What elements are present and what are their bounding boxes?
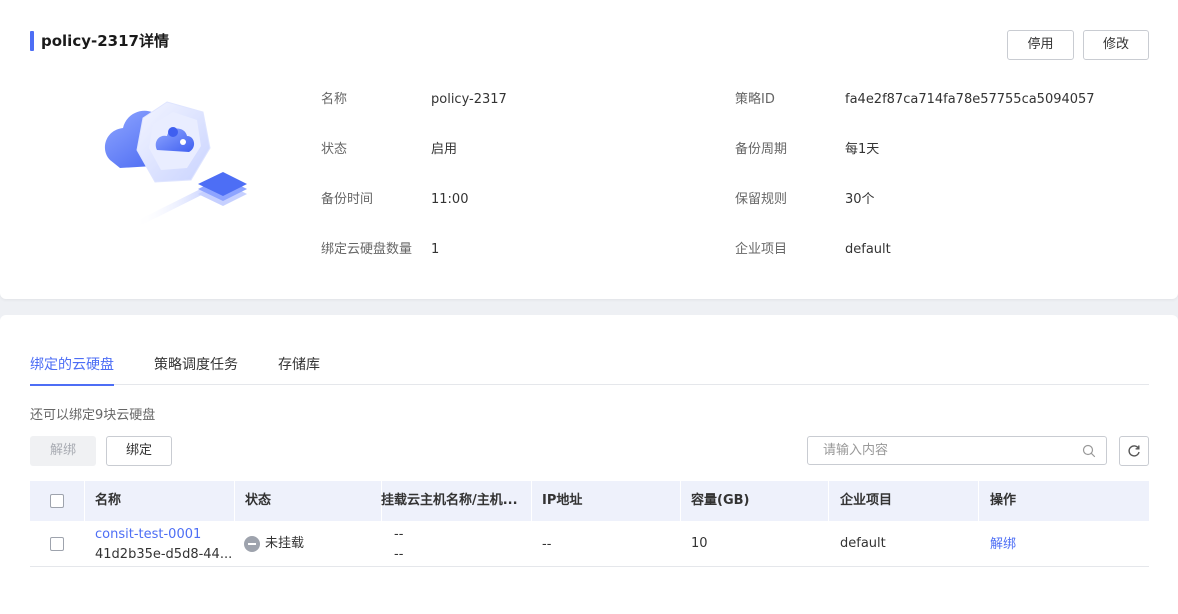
table-header: 名称 状态 挂载云主机名称/主机... IP地址 容量(GB) 企业项目 操作: [30, 481, 1149, 521]
tab-schedule-tasks[interactable]: 策略调度任务: [154, 356, 238, 385]
disk-capacity: 10: [691, 536, 708, 551]
host-name: --: [394, 527, 404, 542]
enterprise-project-value: default: [845, 242, 891, 257]
column-header-host: 挂载云主机名称/主机...: [381, 493, 518, 508]
column-header-action: 操作: [990, 493, 1017, 508]
search-box: [807, 436, 1107, 465]
policy-detail-card: policy-2317详情 停用 修改 名称 policy-2317 策略ID …: [0, 0, 1178, 299]
refresh-button[interactable]: [1119, 436, 1149, 466]
host-id: --: [394, 547, 404, 562]
bind-capacity-hint: 还可以绑定9块云硬盘: [30, 408, 156, 423]
status-value: 启用: [431, 142, 458, 157]
name-value: policy-2317: [431, 92, 507, 107]
unmounted-status-icon: [244, 536, 260, 552]
tab-bar: 绑定的云硬盘 策略调度任务 存储库: [30, 356, 1149, 386]
name-label: 名称: [321, 92, 348, 107]
row-checkbox[interactable]: [50, 537, 64, 551]
tab-vault[interactable]: 存储库: [278, 356, 320, 385]
select-all-checkbox[interactable]: [50, 494, 64, 508]
tab-bound-disks[interactable]: 绑定的云硬盘: [30, 356, 114, 386]
bound-disks-card: 绑定的云硬盘 策略调度任务 存储库 还可以绑定9块云硬盘 解绑 绑定 名称 状态…: [0, 315, 1178, 614]
policy-id-label: 策略ID: [735, 92, 775, 107]
table-row: consit-test-0001 41d2b35e-d5d8-44... 未挂载…: [30, 521, 1149, 567]
retention-rule-label: 保留规则: [735, 192, 788, 207]
bind-button[interactable]: 绑定: [106, 436, 172, 466]
search-input[interactable]: [808, 437, 1078, 464]
disk-status: 未挂载: [265, 536, 305, 551]
title-accent-bar: [30, 31, 34, 51]
column-header-ip: IP地址: [542, 493, 583, 508]
page-title: policy-2317详情: [41, 32, 169, 50]
backup-time-value: 11:00: [431, 192, 469, 207]
row-unbind-link[interactable]: 解绑: [990, 536, 1016, 554]
unbind-button[interactable]: 解绑: [30, 436, 96, 466]
retention-rule-value: 30个: [845, 192, 875, 207]
modify-button[interactable]: 修改: [1083, 30, 1149, 60]
refresh-icon: [1128, 445, 1140, 457]
policy-id-value: fa4e2f87ca714fa78e57755ca5094057: [845, 92, 1095, 107]
backup-cycle-label: 备份周期: [735, 142, 788, 157]
disk-id: 41d2b35e-d5d8-44...: [95, 547, 233, 562]
column-header-project: 企业项目: [840, 493, 893, 508]
search-icon[interactable]: [1082, 444, 1096, 458]
cloud-backup-illustration: [95, 90, 255, 230]
column-header-capacity: 容量(GB): [691, 493, 750, 508]
disk-project: default: [840, 536, 886, 551]
disk-name-link[interactable]: consit-test-0001: [95, 526, 201, 544]
disable-button[interactable]: 停用: [1007, 30, 1074, 60]
backup-cycle-value: 每1天: [845, 142, 880, 157]
column-header-name: 名称: [95, 493, 122, 508]
enterprise-project-label: 企业项目: [735, 242, 788, 257]
bound-disk-count-label: 绑定云硬盘数量: [321, 242, 413, 257]
bound-disk-count-value: 1: [431, 242, 440, 257]
column-header-status: 状态: [245, 493, 272, 508]
ip-address: --: [542, 537, 552, 552]
status-label: 状态: [321, 142, 348, 157]
backup-time-label: 备份时间: [321, 192, 374, 207]
